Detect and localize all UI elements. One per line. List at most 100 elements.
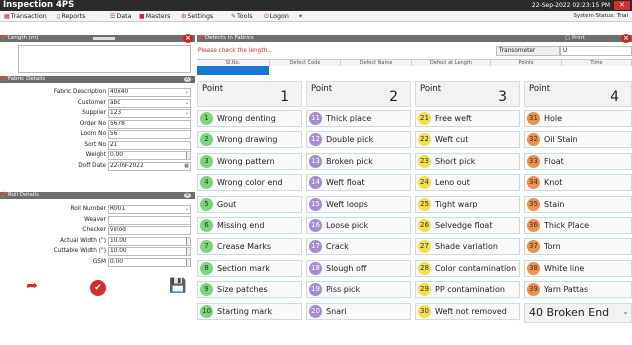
defect-button[interactable]: 33 Float [524,152,632,170]
pin-icon: 📌 [1,35,8,41]
defect-button[interactable]: 37 Torn [524,238,632,256]
defect-button[interactable]: 18 Slough off [306,259,411,277]
defect-button[interactable]: 28 Color contamination [415,259,520,277]
chevron-down-icon[interactable]: ⌄ [622,307,629,316]
chevron-down-icon[interactable]: ⌄ [185,89,189,96]
fabric_fields-input[interactable]: 21 [108,140,191,150]
collapse-fabric-icon[interactable]: ʌ [184,77,191,82]
defect-button[interactable]: 25 Tight warp [415,195,520,213]
point-header-4: Point 4 [524,81,632,107]
fabric_fields-input[interactable]: 22-09-2022 ▦ [108,161,191,171]
defect-name: Size patches [217,285,268,295]
defect-code: 28 [418,261,431,275]
defect-button[interactable]: 15 Weft loops [306,195,411,213]
fabric_fields-input[interactable]: 56 [108,130,191,139]
close-window-button[interactable]: ✕ [614,1,630,10]
defect-button[interactable]: 19 Piss pick [306,281,411,299]
point-number: 2 [389,89,398,105]
defect-code: 12 [309,133,322,147]
menu-transaction[interactable]: ▦Transaction [4,11,47,22]
defect-button[interactable]: 24 Leno out [415,174,520,192]
fabric_fields-input[interactable]: 123 ⌄ [108,109,191,118]
menu-extra[interactable]: ✦ [298,11,304,22]
datetime: 22-Sep-2022 02:23:15 PM [531,2,610,9]
spinner-icon[interactable] [186,237,190,245]
defect-button[interactable]: 26 Selvedge float [415,217,520,234]
defect-button[interactable]: 6 Missing end [197,217,302,234]
defect-button[interactable]: 8 Section mark [197,259,302,277]
defect-button[interactable]: 17 Crack [306,238,411,256]
defect-button[interactable]: 22 Weft cut [415,131,520,149]
menu-logon[interactable]: ⏻Logon [264,11,289,22]
defect-button[interactable]: 7 Crease Marks [197,238,302,256]
defect-button[interactable]: 30 Weft not removed [415,302,520,320]
fabric_fields-input[interactable]: 40x40 ⌄ [108,88,191,97]
defect-button[interactable]: 34 Knot [524,174,632,192]
defect-button[interactable]: 9 Size patches [197,281,302,299]
roll_fields-row: Actual Width (") 10.00 [0,236,191,246]
calendar-icon[interactable]: ▦ [184,163,189,170]
defect-button[interactable]: 13 Broken pick [306,152,411,170]
defect-button[interactable]: 5 Gout [197,195,302,213]
defect-button[interactable]: 35 Stain [524,195,632,213]
collapse-roll-icon[interactable]: × [184,193,191,198]
menu-tools[interactable]: ✎Tools [231,11,253,22]
defect-name: Weft not removed [435,306,507,316]
chevron-down-icon[interactable]: ⌄ [185,110,189,117]
menu-icon: ✦ [298,13,304,20]
fabric_fields-input[interactable]: 5678 [108,119,191,129]
defect-button[interactable]: 21 Free weft [415,110,520,127]
defect-button[interactable]: 31 Hole [524,110,632,127]
save-button[interactable]: 💾 [167,278,189,294]
defect-button[interactable]: 38 White line [524,259,632,277]
defect-button[interactable]: 10 Starting mark [197,302,302,320]
defect-button[interactable]: 16 Loose pick [306,217,411,234]
defect-code: 6 [200,219,213,232]
close-defects-panel[interactable]: × [621,34,631,43]
roll_fields-input[interactable]: R001 ⌄ [108,205,191,214]
spinner-icon[interactable] [186,248,190,255]
roll_fields-input[interactable]: 10.00 [108,247,191,256]
minimize-bar[interactable] [93,37,115,40]
menu-settings[interactable]: ⚙Settings [181,11,213,22]
defect-button[interactable]: 36 Thick Place [524,217,632,234]
print-checkbox[interactable]: ▢ Print [565,35,585,42]
menu-data[interactable]: ☰Data [110,11,131,22]
defect-button[interactable]: 14 Weft float [306,174,411,192]
roll_fields-label: Actual Width (") [60,237,106,244]
menu-masters[interactable]: ■Masters [139,11,170,22]
defect-code: 25 [418,197,431,211]
defect-button[interactable]: 4 Wrong color end [197,174,302,192]
defect-button[interactable]: 39 Yarn Pattas [524,281,632,299]
fabric_fields-input[interactable]: 0.00 [108,151,191,160]
defect-button[interactable]: 20 Snari [306,302,411,320]
defect-name: Hole [544,114,563,123]
spinner-icon[interactable] [186,258,190,266]
defect-button[interactable]: 11 Thick place [306,110,411,127]
defect-button[interactable]: 32 Oil Stain [524,131,632,149]
roll_fields-input[interactable]: vinod [108,226,191,235]
defect-name: Leno out [435,178,470,188]
transometer-input[interactable]: U [560,46,632,56]
point-header-2: Point 2 [306,81,411,107]
defect-code: 7 [200,240,213,254]
menu-reports[interactable]: ▯Reports [57,11,85,22]
defect-button[interactable]: 3 Wrong pattern [197,152,302,170]
close-length-panel[interactable]: × [183,34,193,43]
defect-button[interactable]: 27 Shade variation [415,238,520,256]
fabric_fields-input[interactable]: abc ⌄ [108,98,191,108]
defect-button[interactable]: 23 Short pick [415,152,520,170]
back-button[interactable]: ➦ [21,278,43,294]
chevron-down-icon[interactable]: ⌄ [185,100,189,107]
spinner-icon[interactable] [186,152,190,159]
defect-button[interactable]: 29 PP contamination [415,281,520,299]
chevron-down-icon[interactable]: ⌄ [185,206,189,213]
roll_fields-input[interactable] [108,215,191,225]
roll_fields-input[interactable]: 0.00 [108,257,191,267]
broken-end-select[interactable]: 40 Broken End ⌄ [524,302,632,323]
defect-button[interactable]: 1 Wrong denting [197,110,302,127]
roll_fields-input[interactable]: 10.00 [108,236,191,246]
defect-button[interactable]: 2 Wrong drawing [197,131,302,149]
confirm-button[interactable]: ✔ [87,278,109,296]
defect-button[interactable]: 12 Double pick [306,131,411,149]
